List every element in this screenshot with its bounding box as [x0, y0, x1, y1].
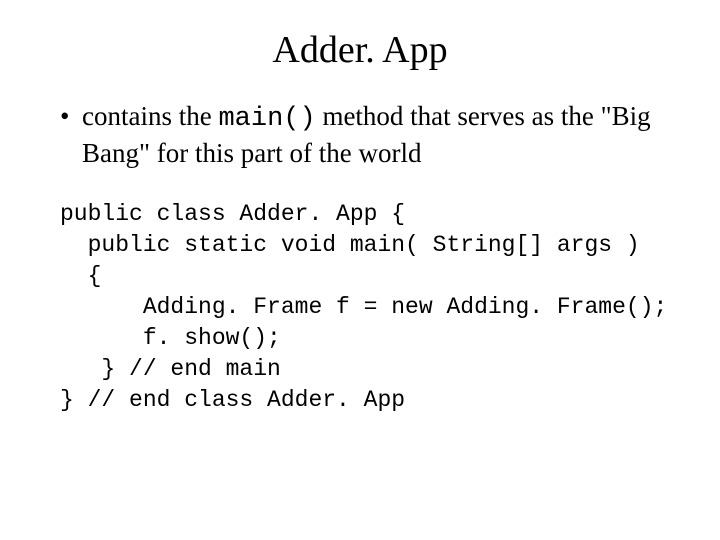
code-line: } // end main — [60, 356, 281, 382]
code-line: } // end class Adder. App — [60, 387, 405, 413]
code-line: Adding. Frame f = new Adding. Frame(); — [60, 294, 667, 320]
code-block: public class Adder. App { public static … — [60, 199, 680, 416]
bullet-item: • contains the main() method that serves… — [60, 100, 680, 171]
code-line: public class Adder. App { — [60, 201, 405, 227]
slide: Adder. App • contains the main() method … — [0, 0, 720, 540]
code-line: public static void main( String[] args ) — [60, 232, 640, 258]
slide-title: Adder. App — [40, 28, 680, 72]
bullet-marker: • — [60, 100, 82, 134]
bullet-text: contains the main() method that serves a… — [82, 100, 680, 171]
bullet-text-pre: contains the — [82, 101, 218, 131]
code-line: { — [60, 263, 101, 289]
bullet-code: main() — [218, 104, 315, 134]
code-line: f. show(); — [60, 325, 281, 351]
